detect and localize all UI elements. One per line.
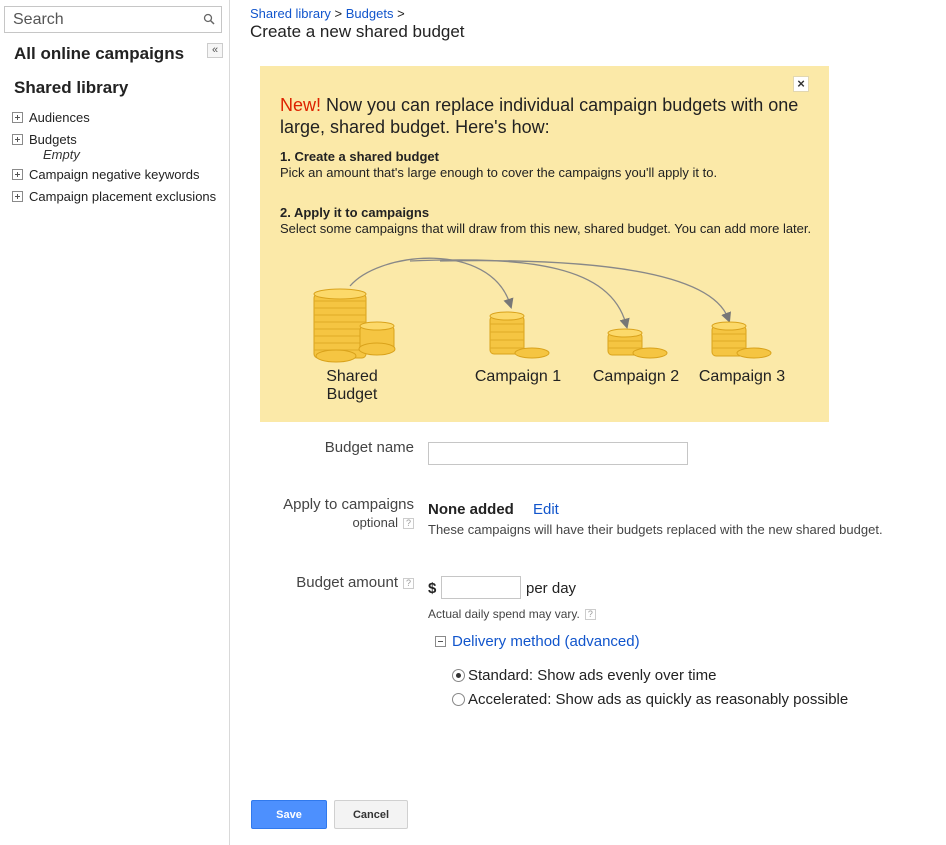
- search-input[interactable]: [5, 7, 195, 32]
- apply-to-campaigns-label: Apply to campaigns: [283, 496, 414, 513]
- campaign3-label: Campaign 3: [698, 368, 786, 385]
- breadcrumb-budgets[interactable]: Budgets: [346, 6, 394, 21]
- step1-text: Pick an amount that's large enough to co…: [280, 165, 718, 180]
- campaign2-coins-icon: [607, 328, 668, 359]
- shared-budget-coins-icon: [313, 288, 396, 363]
- campaign2-label: Campaign 2: [592, 368, 680, 385]
- budget-amount-text: Budget amount: [296, 574, 398, 591]
- budget-illustration: Shared Budget Campaign 1 Campaign 2 Camp…: [260, 246, 829, 422]
- arrow-paths: [349, 257, 731, 330]
- new-badge: New!: [280, 95, 322, 115]
- close-icon[interactable]: ×: [793, 76, 809, 92]
- help-icon[interactable]: ?: [403, 518, 414, 529]
- step1-title: 1. Create a shared budget: [280, 149, 439, 164]
- delivery-method-toggle[interactable]: Delivery method (advanced): [435, 633, 640, 650]
- sidebar-item-label: Campaign negative keywords: [29, 166, 200, 182]
- sidebar-item-label: Budgets: [29, 131, 77, 147]
- expand-plus-icon[interactable]: [12, 133, 23, 145]
- save-button[interactable]: Save: [251, 800, 327, 829]
- shared-budget-label-line1: Shared: [326, 368, 378, 385]
- budget-name-label: Budget name: [324, 439, 414, 456]
- expand-plus-icon[interactable]: [12, 190, 23, 202]
- optional-label: optional?: [300, 515, 414, 530]
- radio-standard[interactable]: [452, 669, 465, 682]
- breadcrumb: Shared library > Budgets >: [250, 6, 405, 21]
- shared-budget-promo: × New! Now you can replace individual ca…: [260, 66, 829, 422]
- budget-name-input[interactable]: [428, 442, 688, 465]
- shared-library-tree: Audiences Budgets Empty Campaign negativ…: [12, 106, 216, 207]
- campaign1-label: Campaign 1: [474, 368, 562, 385]
- collapse-minus-icon[interactable]: [435, 636, 446, 647]
- campaign1-coins-icon: [489, 311, 550, 359]
- sidebar-item-label: Audiences: [29, 109, 90, 125]
- shared-library-heading[interactable]: Shared library: [14, 78, 128, 98]
- currency-symbol: $: [428, 580, 437, 597]
- campaigns-note: These campaigns will have their budgets …: [428, 522, 883, 537]
- sidebar: All online campaigns « Shared library Au…: [0, 0, 230, 845]
- promo-headline: New! Now you can replace individual camp…: [280, 94, 810, 138]
- spend-note: Actual daily spend may vary.?: [428, 607, 596, 621]
- help-icon[interactable]: ?: [584, 609, 596, 620]
- per-day-label: per day: [526, 580, 577, 597]
- expand-plus-icon[interactable]: [12, 168, 23, 180]
- sidebar-item-audiences[interactable]: Audiences: [12, 106, 216, 128]
- budget-amount-label: Budget amount?: [260, 574, 414, 591]
- shared-budget-label-line2: Budget: [326, 386, 378, 403]
- all-online-campaigns-link[interactable]: All online campaigns: [14, 44, 184, 64]
- campaign3-coins-icon: [711, 321, 772, 359]
- delivery-option-label: Accelerated: Show ads as quickly as reas…: [468, 691, 849, 708]
- sidebar-item-campaign-negative-keywords[interactable]: Campaign negative keywords: [12, 163, 216, 185]
- budget-amount-input[interactable]: [441, 576, 521, 599]
- shared-budget-label: Shared Budget: [316, 368, 388, 404]
- search-icon[interactable]: [203, 13, 215, 25]
- breadcrumb-separator: >: [330, 6, 346, 21]
- delivery-option-standard[interactable]: Standard: Show ads evenly over time: [452, 667, 716, 684]
- cancel-button[interactable]: Cancel: [334, 800, 408, 829]
- radio-accelerated[interactable]: [452, 693, 465, 706]
- breadcrumb-separator: >: [393, 6, 405, 21]
- edit-campaigns-link[interactable]: Edit: [533, 501, 559, 518]
- search-box[interactable]: [4, 6, 222, 33]
- sidebar-item-campaign-placement-exclusions[interactable]: Campaign placement exclusions: [12, 185, 216, 207]
- budgets-empty-label: Empty: [43, 147, 80, 162]
- delivery-option-accelerated[interactable]: Accelerated: Show ads as quickly as reas…: [452, 691, 848, 708]
- step2-title: 2. Apply it to campaigns: [280, 205, 430, 220]
- promo-headline-text: Now you can replace individual campaign …: [280, 95, 799, 137]
- optional-text: optional: [352, 515, 398, 530]
- help-icon[interactable]: ?: [403, 578, 414, 589]
- collapse-sidebar-icon[interactable]: «: [207, 43, 223, 58]
- spend-note-text: Actual daily spend may vary.: [428, 607, 580, 621]
- delivery-option-label: Standard: Show ads evenly over time: [468, 667, 717, 684]
- page-title: Create a new shared budget: [250, 22, 465, 41]
- breadcrumb-shared-library[interactable]: Shared library: [250, 6, 331, 21]
- campaigns-none-added: None added: [428, 501, 514, 518]
- step2-text: Select some campaigns that will draw fro…: [280, 221, 812, 236]
- expand-plus-icon[interactable]: [12, 111, 23, 123]
- delivery-method-label[interactable]: Delivery method (advanced): [452, 633, 640, 650]
- sidebar-item-label: Campaign placement exclusions: [29, 188, 217, 204]
